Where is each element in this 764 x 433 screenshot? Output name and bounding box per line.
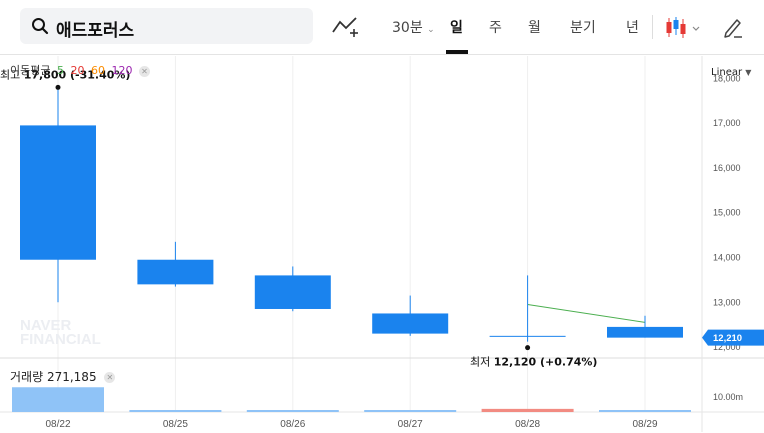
volume-bar [599, 410, 691, 412]
candle-body [137, 259, 214, 285]
last-price-value: 12,210 [713, 333, 742, 344]
price-tick-label: 14,000 [713, 252, 741, 262]
date-tick-label: 08/28 [515, 419, 540, 430]
watermark-line2: FINANCIAL [20, 331, 101, 348]
volume-bar [481, 408, 574, 412]
moving-average-line [527, 304, 646, 323]
volume-bar [364, 410, 457, 412]
price-tick-label: 15,000 [713, 208, 741, 218]
close-icon[interactable]: ✕ [138, 65, 150, 77]
candle-body [254, 275, 331, 309]
volume-legend: 거래량 271,185 ✕ [10, 368, 116, 385]
price-tick-label: 16,000 [713, 163, 741, 173]
candle-body [372, 313, 449, 334]
ma-legend-label: 이동평균 [10, 64, 51, 77]
moving-average-legend: 이동평균 5 20 60 120 ✕ [10, 62, 153, 78]
ma-period-5: 5 [56, 64, 64, 77]
chevron-down-icon: ▼ [745, 68, 752, 77]
date-tick-label: 08/29 [632, 419, 657, 430]
ma5-line [527, 304, 646, 323]
low-marker [525, 345, 531, 351]
volume-bar [129, 410, 222, 412]
date-tick-label: 08/22 [45, 419, 70, 430]
close-icon[interactable]: ✕ [104, 372, 116, 383]
volume-bars [12, 387, 691, 412]
ma-period-60: 60 [90, 64, 105, 77]
high-marker [55, 84, 61, 90]
volume-bar [246, 410, 339, 412]
candle-body [489, 335, 566, 337]
volume-label: 거래량 [10, 370, 44, 384]
date-tick-label: 08/26 [280, 419, 305, 430]
candle-body [607, 326, 683, 338]
volume-bar [12, 387, 104, 412]
date-tick-label: 08/27 [398, 419, 423, 430]
price-tick-label: 13,000 [713, 297, 741, 307]
low-annotation: 최저 12,120 (+0.74%) [470, 356, 597, 369]
naver-financial-watermark: NAVER FINANCIAL [20, 317, 101, 348]
candle-body [20, 125, 96, 260]
date-axis: 08/22 08/25 08/26 08/27 08/28 08/29 [45, 419, 657, 430]
ma-period-120: 120 [111, 64, 133, 77]
price-tick-label: 17,000 [713, 118, 741, 128]
ma-period-20: 20 [70, 64, 85, 77]
scale-toggle[interactable]: Linear ▼ [711, 67, 751, 78]
date-tick-label: 08/25 [163, 419, 188, 430]
candlesticks [20, 87, 683, 342]
volume-axis-label: 10.00m [713, 392, 743, 402]
volume-value: 271,185 [46, 370, 97, 384]
scale-label: Linear [711, 67, 743, 78]
price-axis: 18,00017,00016,00015,00014,00013,00012,0… [702, 73, 764, 402]
